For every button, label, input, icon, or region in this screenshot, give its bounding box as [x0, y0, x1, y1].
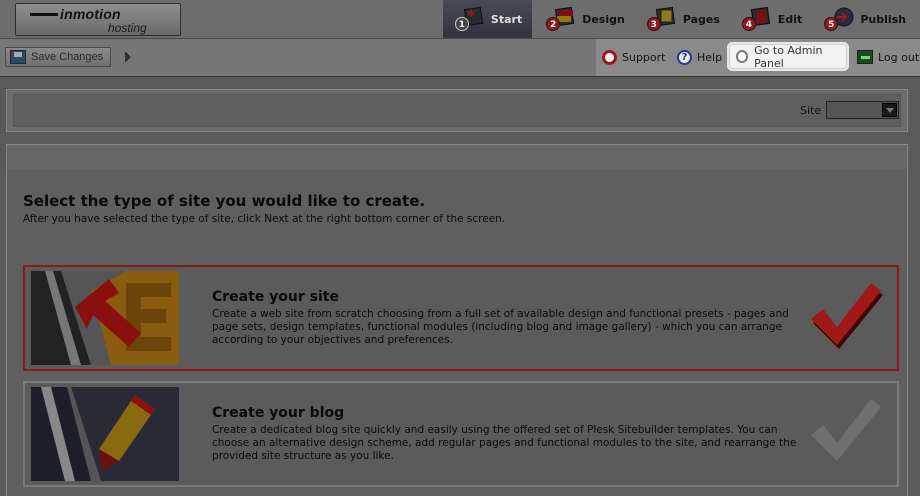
edit-icon: 4 [741, 6, 772, 31]
step-label: Edit [777, 12, 803, 26]
wizard-steps: * 1 Start 2 Design 3 Pages 4 Edit 5 Publ… [442, 0, 920, 38]
log-out-icon [857, 50, 873, 64]
support-link[interactable]: Support [602, 50, 665, 65]
create-blog-illustration [31, 387, 179, 481]
logo-text-top: inmotion [30, 6, 121, 22]
start-icon: * 1 [454, 6, 485, 31]
checkmark-selected-icon [811, 283, 883, 349]
help-question-icon: ? [677, 50, 692, 65]
option-title: Create your blog [212, 405, 345, 421]
create-site-illustration [31, 271, 179, 365]
step-pages[interactable]: 3 Pages [635, 0, 730, 38]
help-link[interactable]: ? Help [677, 50, 722, 65]
create-site-option[interactable]: Create your site Create a web site from … [23, 265, 899, 371]
step-start[interactable]: * 1 Start [442, 0, 533, 38]
design-icon: 2 [546, 6, 576, 31]
step-number-badge: 1 [454, 17, 469, 31]
top-navigation-bar: inmotion hosting * 1 Start 2 Design 3 Pa… [0, 0, 920, 39]
log-out-link[interactable]: Log out [857, 50, 919, 64]
step-publish[interactable]: 5 Publish [812, 0, 920, 38]
page-instructions: After you have selected the type of site… [23, 213, 506, 225]
save-changes-button[interactable]: Save Changes [5, 47, 111, 67]
pages-icon: 3 [646, 6, 677, 31]
support-lifebuoy-icon [602, 50, 617, 65]
inmotion-hosting-logo[interactable]: inmotion hosting [15, 3, 181, 36]
support-label: Support [622, 51, 666, 64]
admin-panel-label: Go to Admin Panel [754, 43, 823, 70]
save-changes-label: Save Changes [31, 51, 104, 63]
admin-panel-icon [736, 50, 749, 63]
floppy-disk-icon [10, 50, 26, 64]
step-label: Design [582, 12, 625, 26]
help-label: Help [697, 51, 723, 64]
site-type-panel: Select the type of site you would like t… [6, 144, 908, 496]
step-label: Publish [860, 12, 906, 26]
publish-icon: 5 [824, 7, 854, 31]
site-select[interactable] [826, 101, 899, 119]
logo-text-bottom: hosting [108, 21, 147, 35]
checkmark-unselected-icon [811, 399, 881, 461]
option-description: Create a web site from scratch choosing … [212, 308, 789, 346]
option-description: Create a dedicated blog site quickly and… [212, 424, 797, 462]
chevron-down-icon[interactable] [882, 103, 897, 117]
create-blog-option[interactable]: Create your blog Create a dedicated blog… [23, 381, 899, 487]
step-label: Start [490, 12, 523, 26]
option-title: Create your site [212, 289, 339, 305]
step-number-badge: 4 [741, 17, 756, 31]
site-filter-panel [6, 89, 908, 132]
step-number-badge: 3 [646, 17, 661, 31]
page-title: Select the type of site you would like t… [23, 192, 426, 210]
step-edit[interactable]: 4 Edit [730, 0, 812, 38]
log-out-label: Log out [878, 50, 920, 64]
go-to-admin-panel-button[interactable]: Go to Admin Panel [729, 43, 847, 70]
step-label: Pages [682, 12, 720, 26]
site-label: Site [800, 104, 822, 117]
toolbar-grip-icon[interactable] [124, 51, 132, 63]
toolbar: Save Changes Support ? Help Go to Admin … [0, 39, 920, 77]
step-design[interactable]: 2 Design [532, 0, 635, 38]
